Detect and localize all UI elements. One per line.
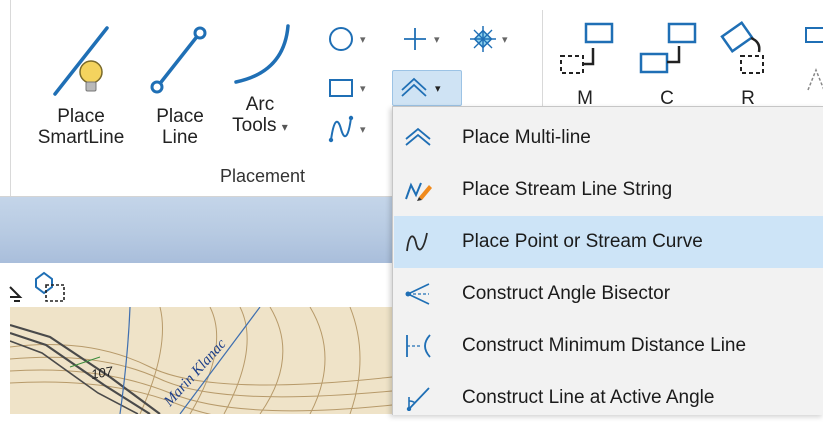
creek-label: Marin Klanac — [160, 336, 229, 411]
arc-tools-button[interactable]: Arc Tools ▾ — [218, 22, 302, 138]
multiline-icon — [401, 121, 435, 155]
place-smartline-button[interactable]: Place SmartLine — [22, 22, 140, 148]
topographic-map: 107 Marin Klanac — [10, 307, 392, 414]
view-title-bar — [0, 197, 392, 263]
place-line-label-2: Line — [162, 127, 198, 148]
arc-tools-label-2: Tools ▾ — [218, 115, 302, 138]
snowflake-icon — [470, 26, 496, 52]
stream-curve-icon — [401, 225, 435, 259]
curve-icon — [328, 115, 354, 143]
minimum-distance-icon — [401, 329, 435, 363]
move-icon — [560, 22, 614, 74]
copy-icon — [639, 22, 697, 74]
chevron-down-icon: ▾ — [360, 33, 366, 46]
ribbon-border — [10, 0, 11, 196]
map-view[interactable]: 107 Marin Klanac — [10, 307, 392, 414]
placement-group-label: Placement — [220, 166, 306, 186]
road-number-label: 107 — [90, 363, 115, 382]
place-smartline-label-2: SmartLine — [37, 127, 125, 148]
arc-tools-label-1: Arc — [245, 94, 275, 115]
menu-item-construct-angle-bisector[interactable]: Construct Angle Bisector — [394, 268, 823, 320]
chevron-down-icon: ▾ — [360, 123, 366, 136]
menu-item-label: Place Multi-line — [462, 127, 591, 148]
multiline-icon — [401, 77, 427, 97]
place-line-label-1: Place — [156, 106, 204, 127]
arc-tools-label-text: Tools — [232, 115, 277, 136]
scale-icon — [805, 27, 823, 91]
circle-tool-button[interactable]: ▾ — [326, 24, 366, 54]
rectangle-icon — [329, 79, 353, 97]
scale-button-partial[interactable] — [798, 20, 823, 106]
menu-item-label: Construct Line at Active Angle — [462, 387, 715, 408]
menu-item-label: Construct Angle Bisector — [462, 283, 671, 304]
angle-bisector-icon — [401, 277, 435, 311]
crosshair-icon — [404, 28, 426, 50]
place-smartline-label-1: Place — [57, 106, 105, 127]
place-line-button[interactable]: Place Line — [144, 22, 216, 148]
menu-item-place-stream-line-string[interactable]: Place Stream Line String — [394, 164, 823, 216]
fill-tool-button[interactable]: ▾ — [468, 24, 508, 54]
line-icon — [150, 26, 207, 94]
smartline-icon — [53, 26, 109, 96]
menu-item-place-multi-line[interactable]: Place Multi-line — [394, 112, 823, 164]
copy-button[interactable]: C — [632, 20, 702, 109]
menu-item-place-point-or-stream-curve[interactable]: Place Point or Stream Curve — [394, 216, 823, 268]
multiline-dropdown-menu: Place Multi-line Place Stream Line Strin… — [392, 106, 823, 415]
rotate-button[interactable]: R — [712, 20, 784, 109]
rotate-icon — [720, 21, 764, 74]
menu-item-label: Construct Minimum Distance Line — [462, 335, 747, 356]
menu-item-construct-minimum-distance-line[interactable]: Construct Minimum Distance Line — [394, 320, 823, 372]
active-angle-icon — [401, 381, 435, 415]
chevron-down-icon: ▾ — [281, 120, 288, 134]
multiline-tool-button[interactable]: ▾ — [392, 70, 462, 106]
point-tool-button[interactable]: ▾ — [400, 24, 440, 54]
view-toolbar — [0, 263, 392, 307]
menu-item-label: Place Stream Line String — [462, 179, 673, 200]
rectangle-tool-button[interactable]: ▾ — [326, 73, 366, 103]
move-copy-button[interactable]: M — [552, 20, 618, 109]
view-tools-icon[interactable] — [6, 265, 68, 305]
curve-tool-button[interactable]: ▾ — [326, 114, 366, 144]
arc-icon — [234, 24, 290, 84]
stream-line-string-icon — [401, 173, 435, 207]
chevron-down-icon: ▾ — [502, 33, 508, 46]
chevron-down-icon: ▾ — [360, 82, 366, 95]
chevron-down-icon: ▾ — [435, 82, 441, 95]
menu-item-construct-line-at-active-angle[interactable]: Construct Line at Active Angle — [394, 372, 823, 424]
chevron-down-icon: ▾ — [434, 33, 440, 46]
menu-item-label: Place Point or Stream Curve — [462, 231, 703, 252]
circle-icon — [329, 27, 353, 51]
